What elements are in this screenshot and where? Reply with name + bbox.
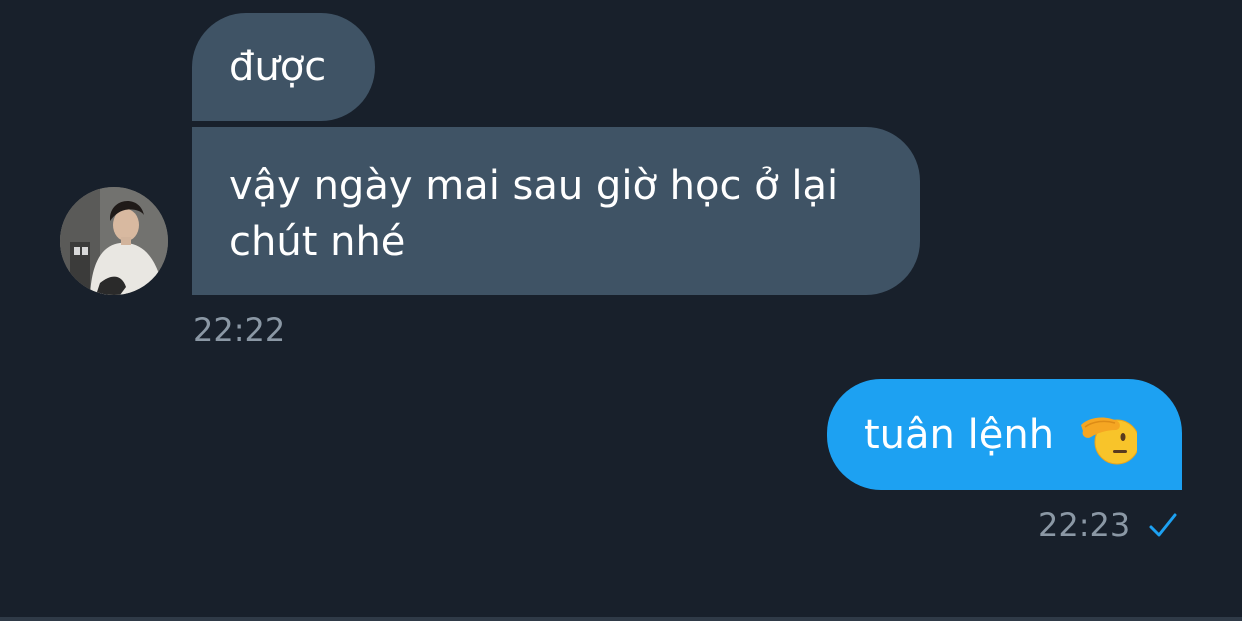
divider bbox=[0, 617, 1242, 621]
message-timestamp: 22:23 bbox=[1038, 506, 1131, 544]
avatar-photo bbox=[60, 187, 168, 295]
message-text: tuân lệnh bbox=[864, 412, 1055, 458]
message-bubble-incoming[interactable]: được bbox=[192, 13, 375, 121]
contact-avatar[interactable] bbox=[60, 187, 168, 295]
checkmark-icon bbox=[1149, 513, 1177, 537]
message-text: được bbox=[229, 44, 327, 90]
message-bubble-incoming[interactable]: vậy ngày mai sau giờ học ở lại chút nhé bbox=[192, 127, 920, 295]
conversation-view: được vậy ngày mai sau giờ học ở lại chút… bbox=[0, 0, 1242, 621]
message-text: vậy ngày mai sau giờ học ở lại chút nhé bbox=[229, 163, 839, 265]
message-bubble-outgoing[interactable]: tuân lệnh bbox=[827, 379, 1182, 490]
saluting-face-emoji bbox=[1081, 417, 1137, 465]
message-timestamp: 22:22 bbox=[193, 311, 286, 349]
